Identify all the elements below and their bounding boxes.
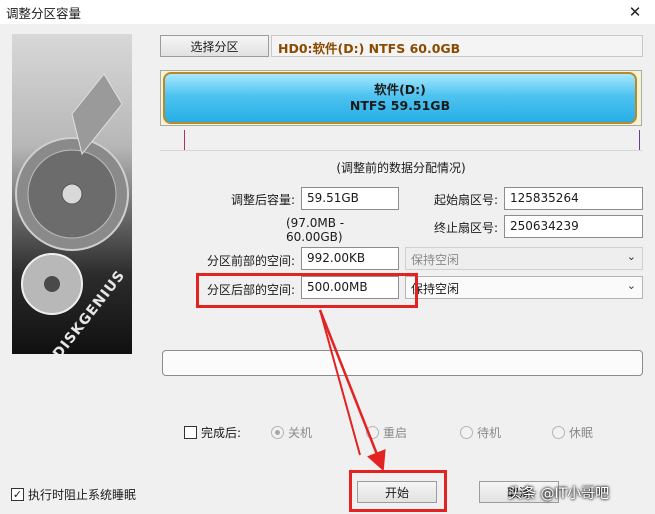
space-before-option: 保持空闲 [411,253,460,267]
chevron-down-icon: ⌄ [626,250,636,263]
after-complete-checkbox[interactable]: 完成后: [184,424,241,441]
radio-button [460,426,473,439]
close-icon[interactable]: ✕ [615,0,655,24]
start-sector-label: 起始扇区号: [433,193,498,207]
radio-shutdown: 关机 [271,424,312,441]
check-icon[interactable]: ✓ [11,488,24,501]
diskgenius-side-image: DISKGENIUS [12,34,132,354]
pre-adjust-caption: (调整前的数据分配情况) [336,161,466,175]
after-complete-label: 完成后: [201,426,242,440]
title-bar: 调整分区容量 ✕ [0,0,655,24]
space-before-input[interactable]: 992.00KB [301,247,399,270]
radio-button [552,426,565,439]
prevent-sleep-checkbox[interactable]: ✓ 执行时阻止系统睡眠 [11,486,136,503]
start-sector-input[interactable]: 125835264 [504,187,643,210]
partition-start-marker [184,130,185,150]
partition-bar[interactable]: 软件(D:) NTFS 59.51GB [163,72,637,124]
space-before-select: 保持空闲 ⌄ [405,247,643,270]
hard-disk-illustration [15,73,129,315]
watermark: 头条 @IT小哥吧 [508,486,610,502]
progress-bar [162,350,643,376]
size-after-label: 调整后容量: [230,193,295,207]
radio-label: 关机 [288,426,313,440]
radio-button [366,426,379,439]
partition-fs-size: NTFS 59.51GB [349,98,451,113]
radio-label: 重启 [383,426,408,440]
space-after-select[interactable]: 保持空闲 ⌄ [405,276,643,299]
checkbox-box[interactable] [184,426,197,439]
end-sector-label: 终止扇区号: [433,221,498,235]
annotation-highlight-start [349,470,447,512]
size-range-hint: (97.0MB - 60.00GB) [286,216,345,244]
space-before-label: 分区前部的空间: [206,254,295,268]
size-after-input[interactable]: 59.51GB [301,187,399,210]
radio-label: 休眠 [569,426,594,440]
partition-end-marker [639,130,640,150]
space-after-option: 保持空闲 [411,282,460,296]
chevron-down-icon: ⌄ [626,279,636,292]
partition-name: 软件(D:) [374,82,426,97]
radio-standby: 待机 [460,424,501,441]
select-partition-button[interactable]: 选择分区 [160,35,269,57]
annotation-highlight-space-after [196,273,418,308]
radio-hibernate: 休眠 [552,424,593,441]
partition-ruler [160,150,642,151]
disk-info-label: HD0:软件(D:) NTFS 60.0GB [271,35,643,57]
radio-label: 待机 [477,426,502,440]
radio-button [271,426,284,439]
prevent-sleep-label: 执行时阻止系统睡眠 [28,488,137,502]
window-title: 调整分区容量 [6,6,82,21]
radio-restart: 重启 [366,424,407,441]
end-sector-input[interactable]: 250634239 [504,215,643,238]
